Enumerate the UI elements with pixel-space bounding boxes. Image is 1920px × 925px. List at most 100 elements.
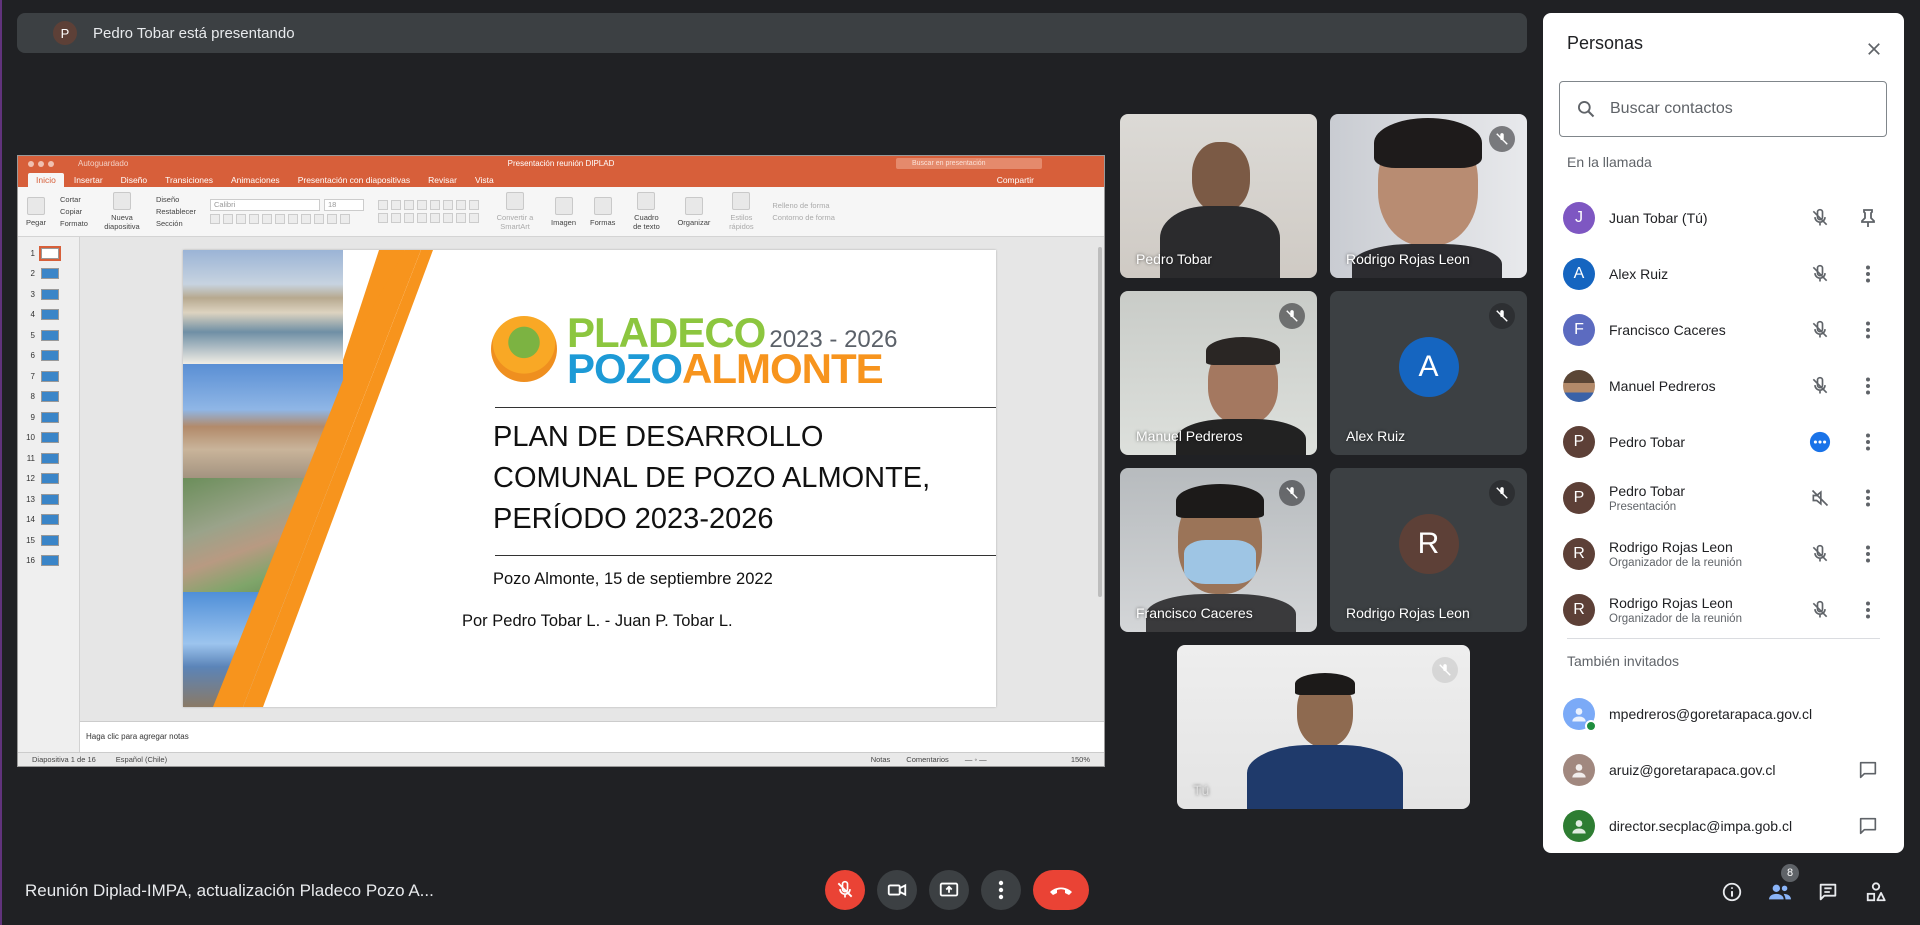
video-tile-self[interactable]: Tú bbox=[1177, 645, 1470, 809]
mic-off-icon[interactable] bbox=[1808, 206, 1832, 230]
more-vert-icon[interactable] bbox=[1856, 486, 1880, 510]
volume-off-icon[interactable] bbox=[1808, 486, 1832, 510]
participant-row[interactable]: J Juan Tobar (Tú) bbox=[1543, 190, 1904, 246]
avatar: F bbox=[1563, 314, 1595, 346]
participant-hair bbox=[1176, 484, 1264, 518]
slide-thumbnail: 7 bbox=[18, 366, 79, 387]
more-vert-icon[interactable] bbox=[1856, 598, 1880, 622]
close-icon[interactable] bbox=[1858, 33, 1890, 65]
participant-row[interactable]: A Alex Ruiz bbox=[1543, 246, 1904, 302]
chat-icon[interactable] bbox=[1856, 758, 1880, 782]
participant-row[interactable]: Manuel Pedreros bbox=[1543, 358, 1904, 414]
video-tile-pedro-tobar[interactable]: Pedro Tobar bbox=[1120, 114, 1317, 278]
chat-icon[interactable] bbox=[1856, 814, 1880, 838]
paste-group: Pegar bbox=[26, 196, 46, 227]
slide-thumbnail: 5 bbox=[18, 325, 79, 346]
mic-toggle-button[interactable] bbox=[825, 870, 865, 910]
invited-row[interactable]: aruiz@goretarapaca.gov.cl bbox=[1543, 742, 1904, 798]
avatar: R bbox=[1563, 538, 1595, 570]
tile-avatar: R bbox=[1398, 514, 1459, 574]
pin-icon[interactable] bbox=[1856, 206, 1880, 230]
slide-number: 5 bbox=[30, 330, 35, 340]
invited-label: También invitados bbox=[1567, 653, 1680, 669]
ppt-tab-transiciones: Transiciones bbox=[165, 175, 214, 185]
font-group: Calibri 18 bbox=[209, 199, 364, 224]
mic-off-icon[interactable] bbox=[1808, 262, 1832, 286]
avatar: R bbox=[1563, 594, 1595, 626]
slide-preview bbox=[41, 411, 59, 423]
participant-row[interactable]: P Pedro Tobar bbox=[1543, 414, 1904, 470]
people-icon bbox=[1769, 884, 1791, 900]
image-group: Imagen bbox=[551, 196, 576, 227]
smartart-icon bbox=[505, 192, 524, 210]
participant-row[interactable]: F Francisco Caceres bbox=[1543, 302, 1904, 358]
more-vert-icon[interactable] bbox=[1856, 262, 1880, 286]
more-vert-icon[interactable] bbox=[1856, 374, 1880, 398]
new-slide-label: Nueva diapositiva bbox=[104, 213, 140, 231]
mic-off-icon[interactable] bbox=[1808, 542, 1832, 566]
leave-call-button[interactable] bbox=[1033, 870, 1089, 910]
participant-row[interactable]: R Rodrigo Rojas Leon Organizador de la reu… bbox=[1543, 582, 1904, 638]
present-button[interactable] bbox=[929, 870, 969, 910]
search-input[interactable] bbox=[1610, 100, 1870, 118]
info-button[interactable] bbox=[1720, 880, 1744, 904]
mic-off-icon[interactable] bbox=[1808, 598, 1832, 622]
search-icon bbox=[1578, 101, 1595, 118]
slide-number: 8 bbox=[30, 392, 35, 402]
slide-number: 3 bbox=[30, 289, 35, 299]
textbox-label: Cuadro de texto bbox=[633, 213, 660, 231]
arrange-label: Organizar bbox=[677, 217, 711, 227]
accepted-check-icon bbox=[1585, 720, 1597, 732]
mic-off-icon[interactable] bbox=[1808, 374, 1832, 398]
video-tile-rodrigo-rojas-2[interactable]: R Rodrigo Rojas Leon bbox=[1330, 468, 1527, 632]
video-tile-francisco-caceres[interactable]: Francisco Caceres bbox=[1120, 468, 1317, 632]
slide-preview bbox=[41, 473, 59, 485]
video-tile-manuel-pedreros[interactable]: Manuel Pedreros bbox=[1120, 291, 1317, 455]
shape-format-list: Relleno de forma Contorno de forma bbox=[772, 201, 835, 222]
contact-search[interactable] bbox=[1559, 81, 1887, 137]
slide-list: Diseño Restablecer Sección bbox=[156, 195, 196, 228]
shape-fill-label: Relleno de forma bbox=[772, 201, 830, 210]
tile-name: Alex Ruiz bbox=[1346, 428, 1406, 444]
video-tile-alex-ruiz[interactable]: A Alex Ruiz bbox=[1330, 291, 1527, 455]
more-vert-icon[interactable] bbox=[1856, 542, 1880, 566]
participant-row[interactable]: P Pedro Tobar Presentación bbox=[1543, 470, 1904, 526]
slide-thumbnail: 14 bbox=[18, 510, 79, 531]
logo-almonte: ALMONTE bbox=[682, 345, 884, 392]
arrange-group: Organizar bbox=[677, 196, 711, 227]
more-options-button[interactable] bbox=[981, 870, 1021, 910]
people-button[interactable] bbox=[1768, 880, 1792, 904]
slide-number: 2 bbox=[30, 269, 35, 279]
chat-button[interactable] bbox=[1816, 880, 1840, 904]
slide-thumbnail: 16 bbox=[18, 551, 79, 572]
more-vert-icon[interactable] bbox=[1856, 430, 1880, 454]
slide-preview bbox=[41, 432, 59, 444]
invited-row[interactable]: director.secplac@impa.gob.cl bbox=[1543, 798, 1904, 854]
status-language: Español (Chile) bbox=[115, 755, 168, 764]
invited-info: mpedreros@goretarapaca.gov.cl bbox=[1609, 706, 1904, 722]
convert-group: Convertir a SmartArt bbox=[493, 192, 537, 231]
ppt-ribbon-tabs: Inicio Insertar Diseño Transiciones Anim… bbox=[18, 171, 1104, 187]
info-icon bbox=[1722, 882, 1742, 902]
tile-name: Rodrigo Rojas Leon bbox=[1346, 605, 1470, 621]
people-panel: Personas En la llamada JJuan Tobar (Tú)A… bbox=[1543, 13, 1904, 853]
participant-hair bbox=[1295, 673, 1355, 695]
reset-label: Restablecer bbox=[155, 207, 196, 216]
slide-canvas: PLADECO 2023 - 2026 POZOALMONTE PLAN DE D… bbox=[80, 237, 1104, 752]
activities-button[interactable] bbox=[1864, 880, 1888, 904]
invited-row[interactable]: mpedreros@goretarapaca.gov.cl bbox=[1543, 686, 1904, 742]
avatar: J bbox=[1563, 202, 1595, 234]
slide-preview bbox=[41, 288, 59, 300]
speaking-indicator-icon[interactable] bbox=[1808, 430, 1832, 454]
tile-avatar: A bbox=[1398, 337, 1459, 397]
video-tile-rodrigo-rojas[interactable]: Rodrigo Rojas Leon bbox=[1330, 114, 1527, 278]
more-vert-icon[interactable] bbox=[1856, 318, 1880, 342]
activities-icon bbox=[1866, 882, 1886, 902]
status-zoom: 150% bbox=[1070, 755, 1090, 764]
convert-label: Convertir a SmartArt bbox=[496, 213, 534, 231]
camera-toggle-button[interactable] bbox=[877, 870, 917, 910]
slide-thumbnails: 1 2 3 4 5 6 7 8 9 10 11 12 13 14 15 16 bbox=[18, 237, 80, 752]
mic-off-icon[interactable] bbox=[1808, 318, 1832, 342]
slide-number: 16 bbox=[26, 556, 35, 566]
participant-row[interactable]: R Rodrigo Rojas Leon Organizador de la reu… bbox=[1543, 526, 1904, 582]
